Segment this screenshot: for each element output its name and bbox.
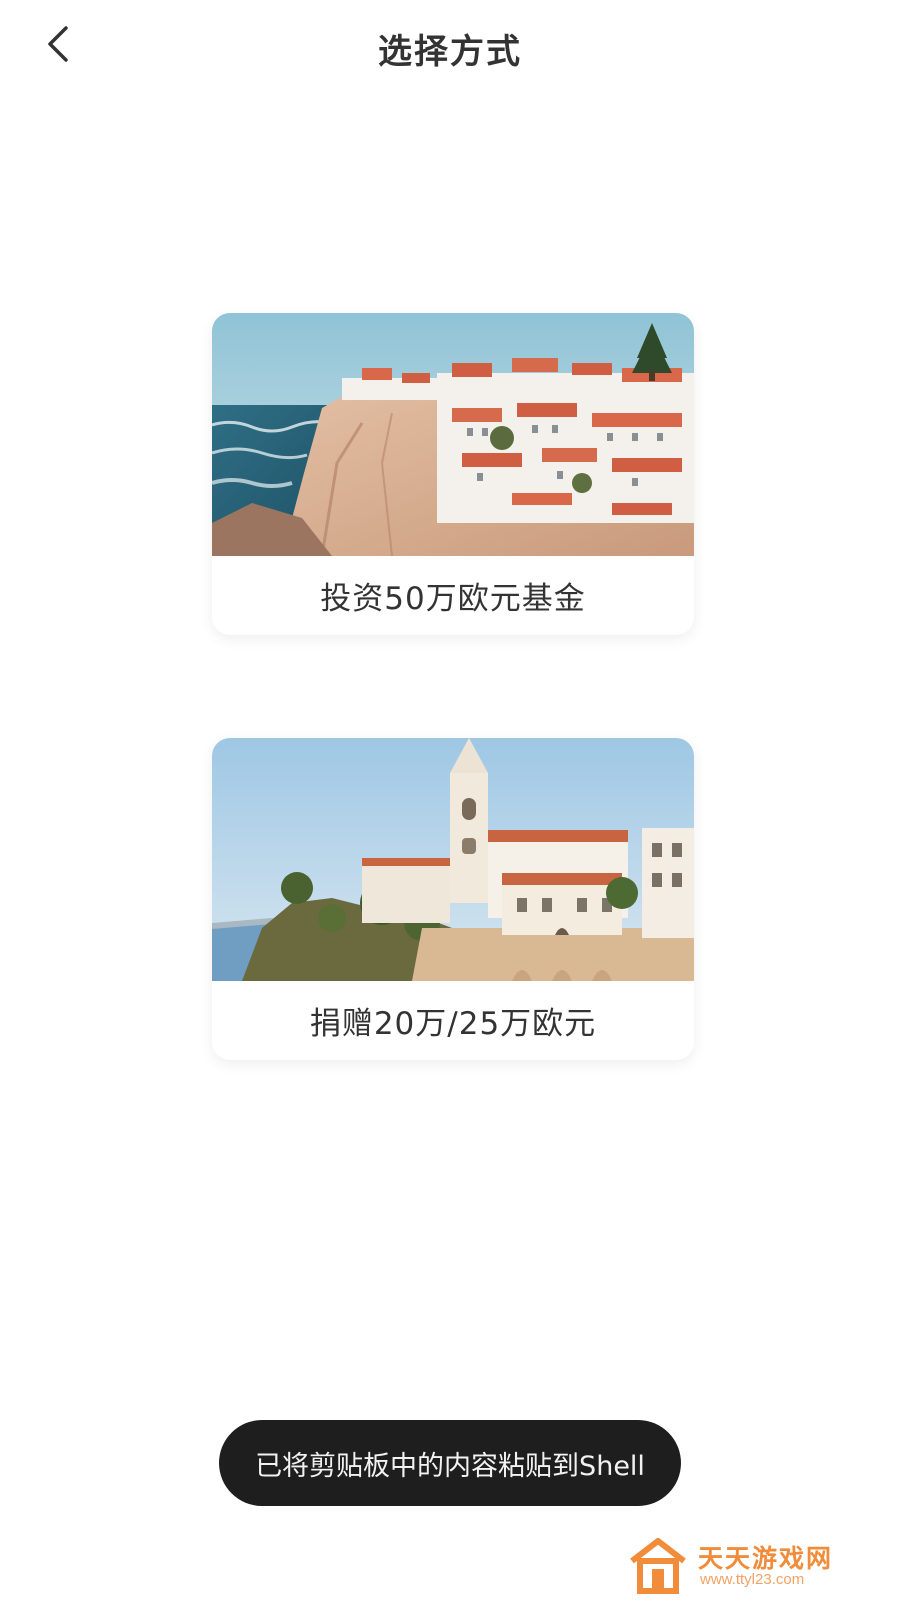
watermark-title: 天天游戏网 — [698, 1544, 834, 1573]
option-label: 投资50万欧元基金 — [320, 581, 586, 617]
cliffside-town-photo — [212, 313, 694, 556]
site-watermark: 天天游戏网 www.ttyl23.com — [628, 1535, 890, 1595]
church-town-photo — [212, 738, 694, 981]
page-title: 选择方式 — [378, 32, 522, 72]
watermark-url: www.ttyl23.com — [700, 1571, 805, 1588]
clipboard-toast: 已将剪贴板中的内容粘贴到Shell — [219, 1420, 681, 1506]
option-card-fund-investment[interactable]: 投资50万欧元基金 — [212, 313, 694, 635]
top-bar: 选择方式 — [0, 0, 900, 92]
option-label: 捐赠20万/25万欧元 — [309, 1006, 597, 1042]
toast-message: 已将剪贴板中的内容粘贴到Shell — [255, 1450, 645, 1482]
option-card-donation[interactable]: 捐赠20万/25万欧元 — [212, 738, 694, 1060]
house-logo-icon — [630, 1538, 686, 1594]
